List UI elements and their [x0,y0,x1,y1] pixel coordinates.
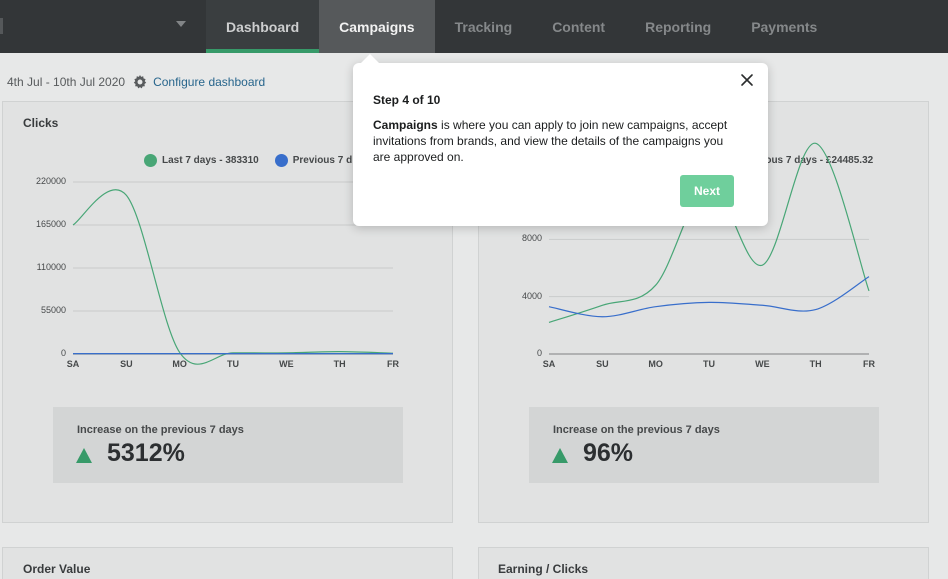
next-button[interactable]: Next [680,175,734,207]
tour-popover: Step 4 of 10 Campaigns is where you can … [353,54,768,226]
close-icon[interactable] [740,73,754,87]
tour-body-bold: Campaigns [373,118,438,132]
tour-body: Campaigns is where you can apply to join… [373,117,743,165]
tour-step: Step 4 of 10 [373,93,441,107]
